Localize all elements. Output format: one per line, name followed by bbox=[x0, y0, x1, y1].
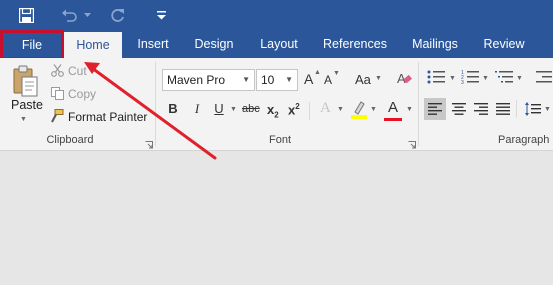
cut-button[interactable]: Cut bbox=[68, 64, 87, 78]
tab-insert[interactable]: Insert bbox=[124, 30, 182, 58]
strikethrough-button[interactable]: abc bbox=[242, 103, 260, 115]
shrink-font-icon: ▼ bbox=[333, 70, 340, 77]
shrink-font-button[interactable]: A bbox=[324, 73, 332, 87]
tab-file[interactable]: File bbox=[0, 30, 64, 60]
superscript-index: 2 bbox=[295, 102, 300, 111]
line-spacing-dropdown-icon[interactable]: ▼ bbox=[544, 106, 551, 113]
tab-review[interactable]: Review bbox=[478, 30, 530, 58]
ribbon: Paste ▼ Cut Copy Format Painter Clipboar… bbox=[0, 58, 553, 151]
copy-button[interactable]: Copy bbox=[68, 87, 96, 101]
tab-references[interactable]: References bbox=[318, 30, 392, 58]
save-icon[interactable] bbox=[14, 4, 38, 26]
clipboard-launcher-icon[interactable] bbox=[145, 136, 153, 149]
line-spacing-icon[interactable] bbox=[524, 101, 542, 117]
highlight-icon[interactable] bbox=[350, 100, 368, 120]
change-case-dropdown-icon[interactable]: ▼ bbox=[375, 75, 382, 82]
grow-font-icon: ▲ bbox=[314, 69, 321, 76]
decrease-indent-icon[interactable] bbox=[535, 69, 553, 85]
highlight-dropdown-icon[interactable]: ▼ bbox=[370, 106, 377, 113]
font-inner-separator bbox=[309, 102, 310, 120]
font-launcher-icon[interactable] bbox=[408, 136, 416, 149]
font-name-dropdown-icon[interactable]: ▼ bbox=[242, 70, 250, 90]
format-painter-button[interactable]: Format Painter bbox=[68, 110, 147, 124]
superscript-button[interactable]: x2 bbox=[288, 102, 300, 117]
tab-design[interactable]: Design bbox=[186, 30, 242, 58]
redo-icon[interactable] bbox=[106, 4, 128, 26]
tab-home[interactable]: Home bbox=[64, 32, 122, 58]
format-painter-icon bbox=[50, 109, 64, 123]
align-left-icon[interactable] bbox=[427, 102, 443, 116]
undo-dropdown-icon[interactable] bbox=[82, 4, 92, 26]
italic-button[interactable]: I bbox=[188, 101, 206, 117]
scissors-icon bbox=[50, 63, 64, 77]
justify-icon[interactable] bbox=[495, 102, 511, 116]
paste-icon[interactable] bbox=[12, 64, 40, 98]
ribbon-tabs: File Home Insert Design Layout Reference… bbox=[0, 30, 553, 60]
multilevel-list-icon[interactable] bbox=[494, 69, 514, 85]
title-bar bbox=[0, 0, 553, 30]
font-color-swatch bbox=[384, 118, 402, 121]
bullets-dropdown-icon[interactable]: ▼ bbox=[449, 75, 456, 82]
tab-layout[interactable]: Layout bbox=[250, 30, 308, 58]
undo-icon[interactable] bbox=[58, 4, 80, 26]
paste-button[interactable]: Paste bbox=[11, 98, 43, 112]
font-group-label: Font bbox=[268, 134, 291, 146]
font-name-value: Maven Pro bbox=[167, 73, 226, 87]
font-color-dropdown-icon[interactable]: ▼ bbox=[406, 106, 413, 113]
subscript-button[interactable]: x2 bbox=[267, 102, 279, 120]
document-area bbox=[0, 151, 553, 285]
customize-toolbar-icon[interactable] bbox=[154, 4, 168, 26]
underline-button[interactable]: U bbox=[210, 101, 228, 116]
font-name-box[interactable]: Maven Pro ▼ bbox=[162, 69, 255, 91]
copy-icon bbox=[50, 86, 64, 100]
subscript-index: 2 bbox=[274, 110, 279, 120]
underline-dropdown-icon[interactable]: ▼ bbox=[230, 106, 237, 113]
font-color-button[interactable]: A bbox=[388, 99, 398, 116]
font-size-dropdown-icon[interactable]: ▼ bbox=[285, 70, 293, 90]
text-effects-button[interactable]: A bbox=[320, 100, 331, 117]
clipboard-group-label: Clipboard bbox=[46, 134, 94, 146]
svg-text:3: 3 bbox=[461, 80, 464, 84]
font-size-value: 10 bbox=[261, 73, 275, 87]
grow-font-button[interactable]: A bbox=[304, 71, 313, 87]
clear-formatting-icon[interactable]: A bbox=[396, 70, 412, 86]
clipboard-separator bbox=[155, 62, 156, 146]
numbering-dropdown-icon[interactable]: ▼ bbox=[482, 75, 489, 82]
paste-dropdown-icon[interactable]: ▼ bbox=[20, 116, 27, 123]
paragraph-inner-separator bbox=[516, 100, 517, 118]
change-case-button[interactable]: Aa bbox=[355, 72, 371, 87]
align-center-icon[interactable] bbox=[451, 102, 467, 116]
font-separator bbox=[418, 62, 419, 146]
tab-mailings[interactable]: Mailings bbox=[404, 30, 466, 58]
multilevel-dropdown-icon[interactable]: ▼ bbox=[516, 75, 523, 82]
text-effects-dropdown-icon[interactable]: ▼ bbox=[337, 106, 344, 113]
bold-button[interactable]: B bbox=[164, 101, 182, 116]
paragraph-group-label: Paragraph bbox=[498, 134, 550, 146]
bullets-icon[interactable] bbox=[426, 69, 446, 85]
font-size-box[interactable]: 10 ▼ bbox=[256, 69, 298, 91]
align-right-icon[interactable] bbox=[473, 102, 489, 116]
numbering-icon[interactable]: 1 2 3 bbox=[460, 69, 480, 85]
